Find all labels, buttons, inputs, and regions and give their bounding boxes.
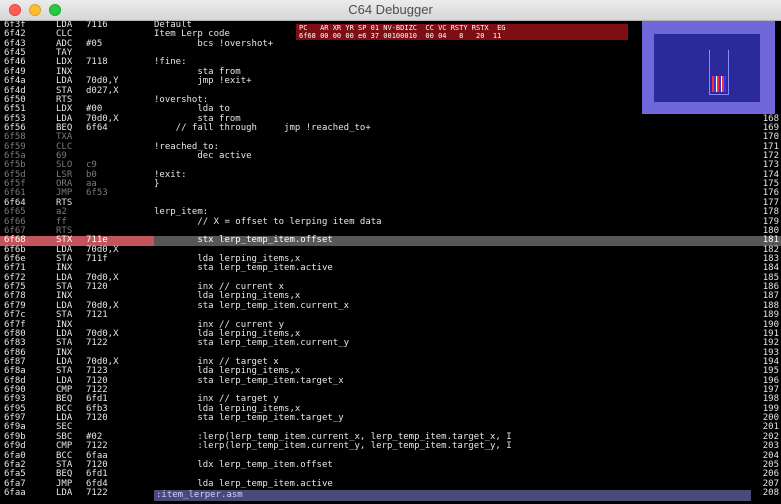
- debugger-content: 6f3f LDA 7116 6f42 CLC 6f43 ADC #05 6f45 TAY 6f46 L…: [0, 21, 781, 504]
- preview-screen: [654, 34, 760, 102]
- disasm-mnemonic: LDA: [56, 487, 73, 498]
- source-line[interactable]: lda lerp_temp_item.active: [154, 479, 751, 489]
- source-line[interactable]: :lerp(lerp_temp_item.current_y, lerp_tem…: [154, 441, 751, 451]
- debugger-window: C64 Debugger 6f3f LDA 7116 6f42 CLC 6f43 ADC #0…: [0, 0, 781, 504]
- source-line[interactable]: [154, 199, 751, 208]
- source-line[interactable]: sta lerp_temp_item.current_y: [154, 338, 751, 348]
- disasm-operand: 7121: [86, 310, 108, 321]
- source-line[interactable]: sta lerp_temp_item.current_x: [154, 301, 751, 311]
- source-line[interactable]: dec active: [154, 151, 751, 161]
- disasm-operand: 6f64: [86, 122, 108, 133]
- title-bar: C64 Debugger: [0, 0, 781, 21]
- preview-items: [712, 76, 726, 92]
- source-line[interactable]: [154, 189, 751, 198]
- disasm-operand: #05: [86, 38, 103, 49]
- source-line[interactable]: // X = offset to lerping item data: [154, 217, 751, 227]
- disasm-operand: 7122: [86, 338, 108, 349]
- registers-panel: PC AR XR YR SP 01 NV-BDIZC CC VC RSTY RS…: [296, 24, 628, 40]
- disassembly-pane[interactable]: 6f3f LDA 7116 6f42 CLC 6f43 ADC #05 6f45 TAY 6f46 L…: [0, 21, 154, 498]
- source-line[interactable]: ldx lerp_temp_item.offset: [154, 460, 751, 470]
- disasm-operand: 7122: [86, 487, 108, 498]
- source-line[interactable]: sta lerp_temp_item.target_y: [154, 413, 751, 423]
- disasm-operand: 7120: [86, 282, 108, 293]
- disasm-operand: 711f: [86, 253, 108, 264]
- source-line[interactable]: }: [154, 179, 751, 189]
- registers-header: PC AR XR YR SP 01 NV-BDIZC CC VC RSTY RS…: [299, 24, 506, 32]
- source-filename-bar: :item_lerper.asm: [154, 490, 751, 501]
- source-line[interactable]: // fall through jmp !reached_to+: [154, 123, 751, 133]
- c64-screen-preview[interactable]: [642, 21, 775, 114]
- source-line[interactable]: [154, 161, 751, 170]
- disasm-operand: d027,X: [86, 85, 119, 96]
- disasm-address: 6faa: [4, 487, 26, 498]
- disasm-operand: 7120: [86, 413, 108, 424]
- registers-values: 6f68 00 00 00 e6 37 00100010 00 04 8 20 …: [299, 32, 502, 40]
- disasm-row[interactable]: 6faa LDA 7122: [0, 487, 154, 498]
- source-line[interactable]: !exit:: [154, 170, 751, 180]
- disasm-operand: 7118: [86, 57, 108, 68]
- source-line-current[interactable]: stx lerp_temp_item.offset: [154, 235, 751, 246]
- source-line[interactable]: sta lerp_temp_item.active: [154, 263, 751, 273]
- disasm-operand: 6f53: [86, 188, 108, 199]
- disasm-operand: 7116: [86, 21, 108, 30]
- window-title: C64 Debugger: [348, 2, 433, 17]
- source-line[interactable]: [154, 133, 751, 142]
- line-number: 208: [762, 487, 779, 498]
- source-line[interactable]: sta lerp_temp_item.target_x: [154, 376, 751, 386]
